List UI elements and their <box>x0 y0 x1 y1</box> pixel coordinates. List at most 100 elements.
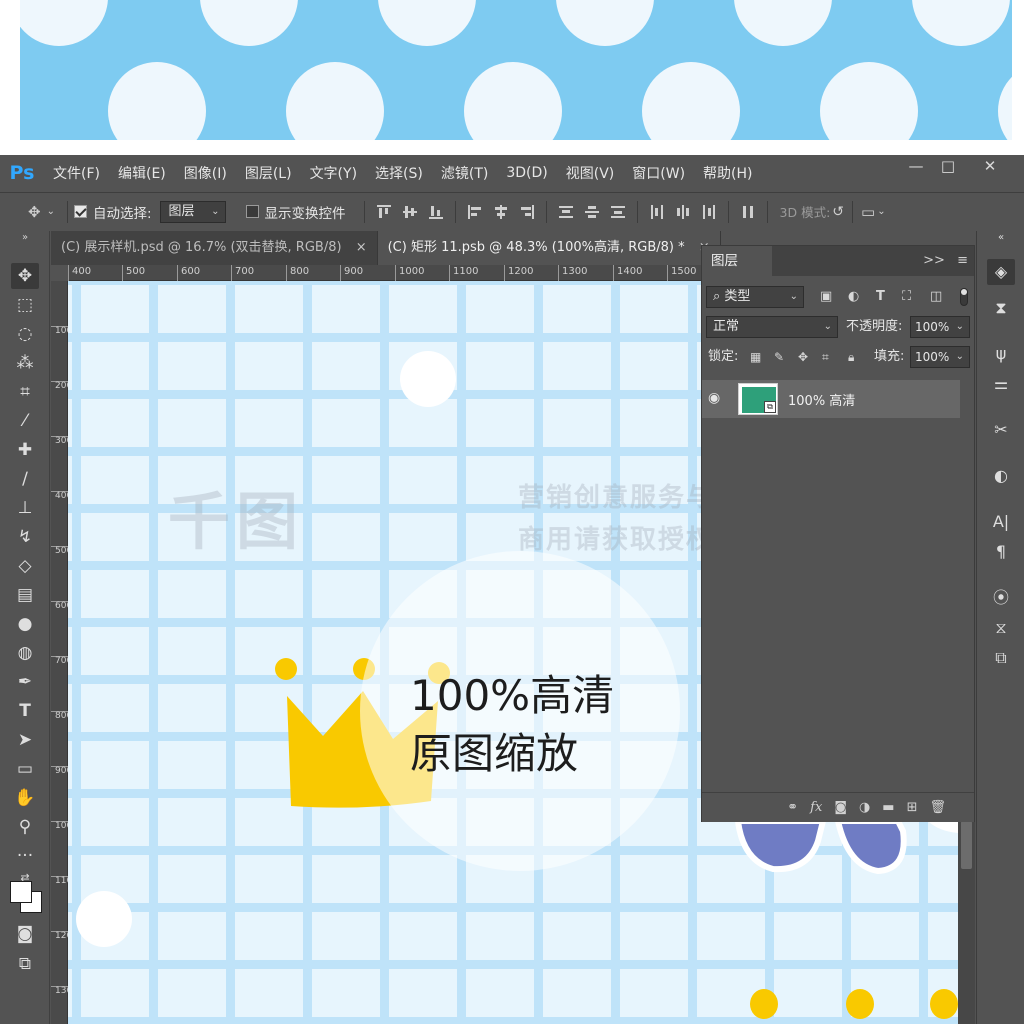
new-group-icon[interactable]: ▬ <box>882 800 894 815</box>
adjustments-panel-icon[interactable]: ⚌ <box>987 371 1015 397</box>
lock-all-icon[interactable]: 🔒︎ <box>848 350 854 365</box>
menu-layer[interactable]: 图层(L) <box>245 163 292 183</box>
blend-mode-dropdown[interactable]: 正常 ⌄ <box>706 316 838 338</box>
magic-wand-tool-icon[interactable]: ⁂ <box>11 350 39 376</box>
swatches-panel-icon[interactable]: ⧉ <box>987 645 1015 671</box>
paths-panel-icon[interactable]: ⧖ <box>987 615 1015 641</box>
layer-style-icon[interactable]: fx <box>810 800 822 815</box>
eye-icon[interactable]: ◉ <box>708 390 720 406</box>
align-bottom-icon[interactable] <box>428 204 444 220</box>
dodge-tool-icon[interactable]: ◍ <box>11 640 39 666</box>
distribute-right-icon[interactable] <box>701 204 717 220</box>
type-filter-icon[interactable]: T <box>876 289 885 304</box>
pixel-filter-icon[interactable]: ▣ <box>820 289 832 304</box>
menu-filter[interactable]: 滤镜(T) <box>441 163 488 183</box>
link-layers-icon[interactable]: ⚭ <box>787 800 798 815</box>
add-mask-icon[interactable]: ◙ <box>834 800 847 815</box>
menu-type[interactable]: 文字(Y) <box>310 163 357 183</box>
brush-panel-icon[interactable]: ψ <box>987 341 1015 367</box>
type-tool-icon[interactable]: T <box>11 698 39 724</box>
lock-image-icon[interactable]: ✎ <box>774 350 784 364</box>
history-panel-icon[interactable]: ⧗ <box>987 295 1015 321</box>
workspace-chevron-icon[interactable]: ⌄ <box>877 206 885 217</box>
menu-help[interactable]: 帮助(H) <box>703 163 752 183</box>
character-panel-icon[interactable]: A| <box>987 509 1015 535</box>
move-tool-icon[interactable]: ✥ <box>28 203 41 221</box>
collapse-panel-icon[interactable]: >> <box>923 253 945 268</box>
close-window-button[interactable]: ✕ <box>968 155 1012 179</box>
eraser-tool-icon[interactable]: ◇ <box>11 553 39 579</box>
lock-position-icon[interactable]: ✥ <box>798 350 808 364</box>
healing-brush-tool-icon[interactable]: ✚ <box>11 437 39 463</box>
pen-tool-icon[interactable]: ✒ <box>11 669 39 695</box>
align-top-icon[interactable] <box>376 204 392 220</box>
distribute-left-icon[interactable] <box>649 204 665 220</box>
gradient-tool-icon[interactable]: ▤ <box>11 582 39 608</box>
quick-mask-icon[interactable]: ◙ <box>11 921 39 947</box>
lock-artboard-icon[interactable]: ⌗ <box>822 350 829 365</box>
menu-3d[interactable]: 3D(D) <box>506 165 547 181</box>
show-transform-checkbox[interactable] <box>245 205 259 218</box>
adjustment-layer-icon[interactable]: ◑ <box>859 800 870 815</box>
align-vcenter-icon[interactable] <box>402 204 418 220</box>
auto-select-checkbox[interactable] <box>73 205 87 218</box>
distribute-vcenter-icon[interactable] <box>584 204 600 220</box>
menu-file[interactable]: 文件(F) <box>53 163 100 183</box>
maximize-button[interactable]: □ <box>926 155 970 179</box>
workspace-icon[interactable]: ▭ <box>861 203 875 221</box>
collapse-dock-icon[interactable]: « <box>987 231 1015 245</box>
opacity-input[interactable]: 100% ⌄ <box>910 316 970 338</box>
paragraph-panel-icon[interactable]: ¶ <box>987 539 1015 565</box>
auto-select-target-dropdown[interactable]: 图层 ⌄ <box>159 200 226 223</box>
filter-toggle[interactable] <box>960 288 968 306</box>
hand-tool-icon[interactable]: ✋ <box>11 785 39 811</box>
menu-view[interactable]: 视图(V) <box>566 163 615 183</box>
zoom-tool-icon[interactable]: ⚲ <box>11 814 39 840</box>
panel-menu-icon[interactable]: ≡ <box>957 253 968 268</box>
tool-preset-chevron-icon[interactable]: ⌄ <box>47 206 55 217</box>
foreground-color-swatch[interactable] <box>10 881 32 903</box>
layers-tab[interactable]: 图层 <box>702 246 772 276</box>
align-left-icon[interactable] <box>467 204 483 220</box>
menu-select[interactable]: 选择(S) <box>375 163 423 183</box>
marquee-tool-icon[interactable]: ⬚ <box>11 292 39 318</box>
close-tab-icon[interactable]: × <box>356 240 367 255</box>
tool-presets-icon[interactable]: ✂ <box>987 417 1015 443</box>
lasso-tool-icon[interactable]: ◌ <box>11 321 39 347</box>
layer-name[interactable]: 100% 高清 <box>788 390 855 409</box>
auto-align-icon[interactable] <box>740 204 756 220</box>
screen-mode-icon[interactable]: ⧉ <box>11 951 39 977</box>
move-tool-icon[interactable]: ✥ <box>11 263 39 289</box>
crop-tool-icon[interactable]: ⌗ <box>11 379 39 405</box>
distribute-bottom-icon[interactable] <box>610 204 626 220</box>
layers-panel-controls[interactable]: >> ≡ <box>923 246 968 276</box>
smart-object-filter-icon[interactable]: ◫ <box>930 289 942 304</box>
expand-toolbar-icon[interactable]: » <box>11 231 39 245</box>
path-selection-tool-icon[interactable]: ➤ <box>11 727 39 753</box>
scrollbar-thumb[interactable] <box>961 821 972 869</box>
align-right-icon[interactable] <box>519 204 535 220</box>
align-hcenter-icon[interactable] <box>493 204 509 220</box>
layers-panel-icon[interactable]: ◈ <box>987 259 1015 285</box>
brush-tool-icon[interactable]: ∕ <box>11 466 39 492</box>
menu-image[interactable]: 图像(I) <box>184 163 227 183</box>
blur-tool-icon[interactable]: ● <box>11 611 39 637</box>
distribute-top-icon[interactable] <box>558 204 574 220</box>
rectangle-tool-icon[interactable]: ▭ <box>11 756 39 782</box>
channels-panel-icon[interactable]: ⦿ <box>987 585 1015 611</box>
tab-rectangle-document[interactable]: (C) 矩形 11.psb @ 48.3% (100%高清, RGB/8) * … <box>377 231 721 265</box>
menu-edit[interactable]: 编辑(E) <box>118 163 166 183</box>
layer-filter-dropdown[interactable]: ⌕ 类型 ⌄ <box>706 286 804 308</box>
fill-input[interactable]: 100% ⌄ <box>910 346 970 368</box>
adjustment-filter-icon[interactable]: ◐ <box>848 289 859 304</box>
layer-row[interactable]: ◉ ⧉ 100% 高清 <box>702 380 960 418</box>
history-brush-tool-icon[interactable]: ↯ <box>11 524 39 550</box>
rotate-3d-icon[interactable]: ↺ <box>832 204 844 220</box>
tab-mockup-document[interactable]: (C) 展示样机.psd @ 16.7% (双击替换, RGB/8) × <box>51 231 378 265</box>
color-panel-icon[interactable]: ◐ <box>987 463 1015 489</box>
new-layer-icon[interactable]: ⊞ <box>907 800 918 815</box>
shape-filter-icon[interactable]: ⛶ <box>902 289 911 304</box>
trash-icon[interactable]: 🗑︎ <box>929 800 946 815</box>
canvas-vertical-scrollbar[interactable] <box>958 815 975 1024</box>
lock-transparency-icon[interactable]: ▦ <box>750 350 761 364</box>
